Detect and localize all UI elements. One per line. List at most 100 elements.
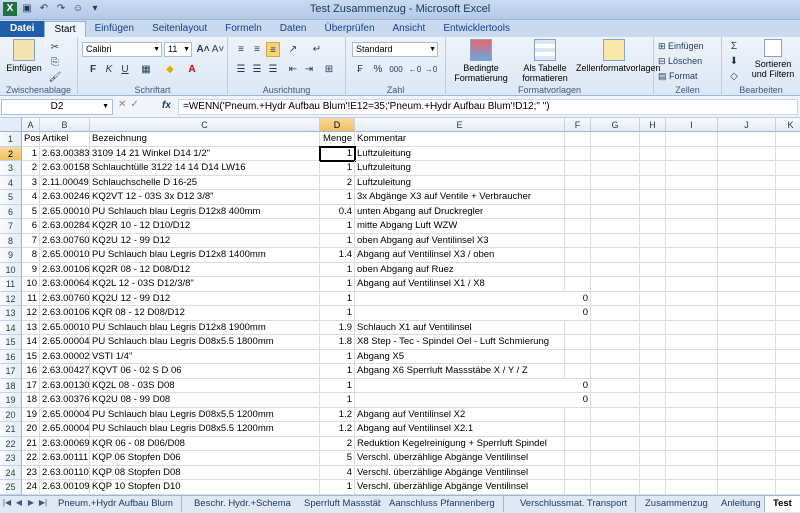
cell-c16[interactable]: VSTI 1/4" <box>90 349 320 364</box>
row-header[interactable]: 5 <box>0 190 22 205</box>
cell-j13[interactable] <box>718 306 776 321</box>
row-header[interactable]: 3 <box>0 161 22 176</box>
cell-f20[interactable] <box>565 407 591 422</box>
row-header[interactable]: 10 <box>0 262 22 277</box>
cell-i1[interactable] <box>666 132 718 147</box>
cancel-icon[interactable]: ✕ <box>118 99 130 110</box>
fill-icon[interactable]: ⬇ <box>726 54 742 69</box>
cell-i17[interactable] <box>666 364 718 379</box>
cell-h11[interactable] <box>640 277 666 292</box>
cell-c9[interactable]: PU Schlauch blau Legris D12x8 1400mm <box>90 248 320 263</box>
cell-b3[interactable]: 2.63.00158 <box>40 161 90 176</box>
cell-c8[interactable]: KQ2U 12 - 99 D12 <box>90 233 320 248</box>
cell-styles-button[interactable]: Zellenformatvorlagen <box>576 39 661 73</box>
cell-h25[interactable] <box>640 480 666 495</box>
cell-i11[interactable] <box>666 277 718 292</box>
bold-button[interactable]: F <box>86 62 100 77</box>
cell-b2[interactable]: 2.63.00383 <box>40 146 90 161</box>
cell-i18[interactable] <box>666 378 718 393</box>
cell-c25[interactable]: KQP 10 Stopfen D10 <box>90 480 320 495</box>
cell-h19[interactable] <box>640 393 666 408</box>
cell-i22[interactable] <box>666 436 718 451</box>
cell-b25[interactable]: 2.63.00109 <box>40 480 90 495</box>
cell-f10[interactable] <box>565 262 591 277</box>
cell-d3[interactable]: 1 <box>320 161 355 176</box>
cell-i16[interactable] <box>666 349 718 364</box>
cell-g3[interactable] <box>591 161 640 176</box>
row-header[interactable]: 25 <box>0 480 22 495</box>
cell-b11[interactable]: 2.63.00064 <box>40 277 90 292</box>
merge-cells-icon[interactable]: ⊞ <box>322 62 336 77</box>
cell-d18[interactable]: 1 <box>320 378 355 393</box>
align-right-icon[interactable]: ☰ <box>266 62 280 77</box>
cell-f25[interactable] <box>565 480 591 495</box>
cell-g15[interactable] <box>591 335 640 350</box>
font-color-icon[interactable]: A <box>184 62 200 77</box>
cell-k6[interactable] <box>776 205 800 219</box>
cell-e8[interactable]: oben Abgang auf Ventilinsel X3 <box>355 233 565 248</box>
cell-e24[interactable]: Verschl. überzählige Abgänge Ventilinsel <box>355 465 565 480</box>
sort-filter-button[interactable]: Sortieren und Filtern <box>746 39 800 79</box>
cell-c12[interactable]: KQ2U 12 - 99 D12 <box>90 291 320 306</box>
cell-c10[interactable]: KQ2R 08 - 12 D08/D12 <box>90 262 320 277</box>
cell-a4[interactable]: 3 <box>22 175 40 190</box>
cell-i15[interactable] <box>666 335 718 350</box>
row-header[interactable]: 9 <box>0 248 22 263</box>
column-header-a[interactable]: A <box>22 118 40 132</box>
cell-e13[interactable]: 0 <box>355 306 591 321</box>
cell-k8[interactable] <box>776 234 800 248</box>
cell-a10[interactable]: 9 <box>22 262 40 277</box>
column-header-f[interactable]: F <box>565 118 591 132</box>
cell-f22[interactable] <box>565 436 591 451</box>
cell-j5[interactable] <box>718 190 776 205</box>
cell-j20[interactable] <box>718 407 776 422</box>
thousands-button[interactable]: 000 <box>386 62 406 77</box>
cell-i24[interactable] <box>666 465 718 480</box>
cell-a1[interactable]: Pos <box>22 132 40 147</box>
cell-f3[interactable] <box>565 161 591 176</box>
cell-j12[interactable] <box>718 291 776 306</box>
column-header-j[interactable]: J <box>718 118 776 132</box>
cell-g9[interactable] <box>591 248 640 263</box>
cell-a23[interactable]: 22 <box>22 451 40 466</box>
sheet-tab[interactable]: Anleitung <box>713 496 770 512</box>
cell-k11[interactable] <box>776 277 800 292</box>
cell-b20[interactable]: 2.65.00004 <box>40 407 90 422</box>
cell-j7[interactable] <box>718 219 776 234</box>
cell-d1[interactable]: Menge <box>320 132 355 147</box>
cell-a14[interactable]: 13 <box>22 320 40 335</box>
column-header-h[interactable]: H <box>640 118 666 132</box>
cell-a21[interactable]: 20 <box>22 422 40 437</box>
cell-k22[interactable] <box>776 437 800 451</box>
row-header[interactable]: 17 <box>0 364 22 379</box>
cell-k20[interactable] <box>776 408 800 422</box>
cell-b1[interactable]: Artikel <box>40 132 90 147</box>
cell-a5[interactable]: 4 <box>22 190 40 205</box>
cell-a25[interactable]: 24 <box>22 480 40 495</box>
sheet-tab[interactable]: Aanschluss Pfannenberg <box>381 496 504 512</box>
cell-e1[interactable]: Kommentar <box>355 132 565 147</box>
cell-j18[interactable] <box>718 378 776 393</box>
cell-f9[interactable] <box>565 248 591 263</box>
cell-h13[interactable] <box>640 306 666 321</box>
align-bottom-icon[interactable]: ≡ <box>266 42 280 57</box>
cell-i21[interactable] <box>666 422 718 437</box>
cell-h8[interactable] <box>640 233 666 248</box>
cell-k21[interactable] <box>776 422 800 437</box>
italic-button[interactable]: K <box>102 62 116 77</box>
row-header[interactable]: 8 <box>0 233 22 248</box>
cell-c14[interactable]: PU Schlauch blau Legris D12x8 1900mm <box>90 320 320 335</box>
number-format-combo[interactable]: Standard ▼ <box>352 42 438 57</box>
row-header[interactable]: 18 <box>0 378 22 393</box>
cell-e9[interactable]: Abgang auf Ventilinsel X3 / oben <box>355 248 565 263</box>
cell-i9[interactable] <box>666 248 718 263</box>
cell-f6[interactable] <box>565 204 591 219</box>
cell-j11[interactable] <box>718 277 776 292</box>
cell-b12[interactable]: 2.63.00760 <box>40 291 90 306</box>
cell-j10[interactable] <box>718 262 776 277</box>
tab-datei[interactable]: Datei <box>0 21 45 37</box>
cell-k7[interactable] <box>776 219 800 234</box>
cell-e14[interactable]: Schlauch X1 auf Ventilinsel <box>355 320 565 335</box>
align-left-icon[interactable]: ☰ <box>234 62 248 77</box>
cell-h23[interactable] <box>640 451 666 466</box>
